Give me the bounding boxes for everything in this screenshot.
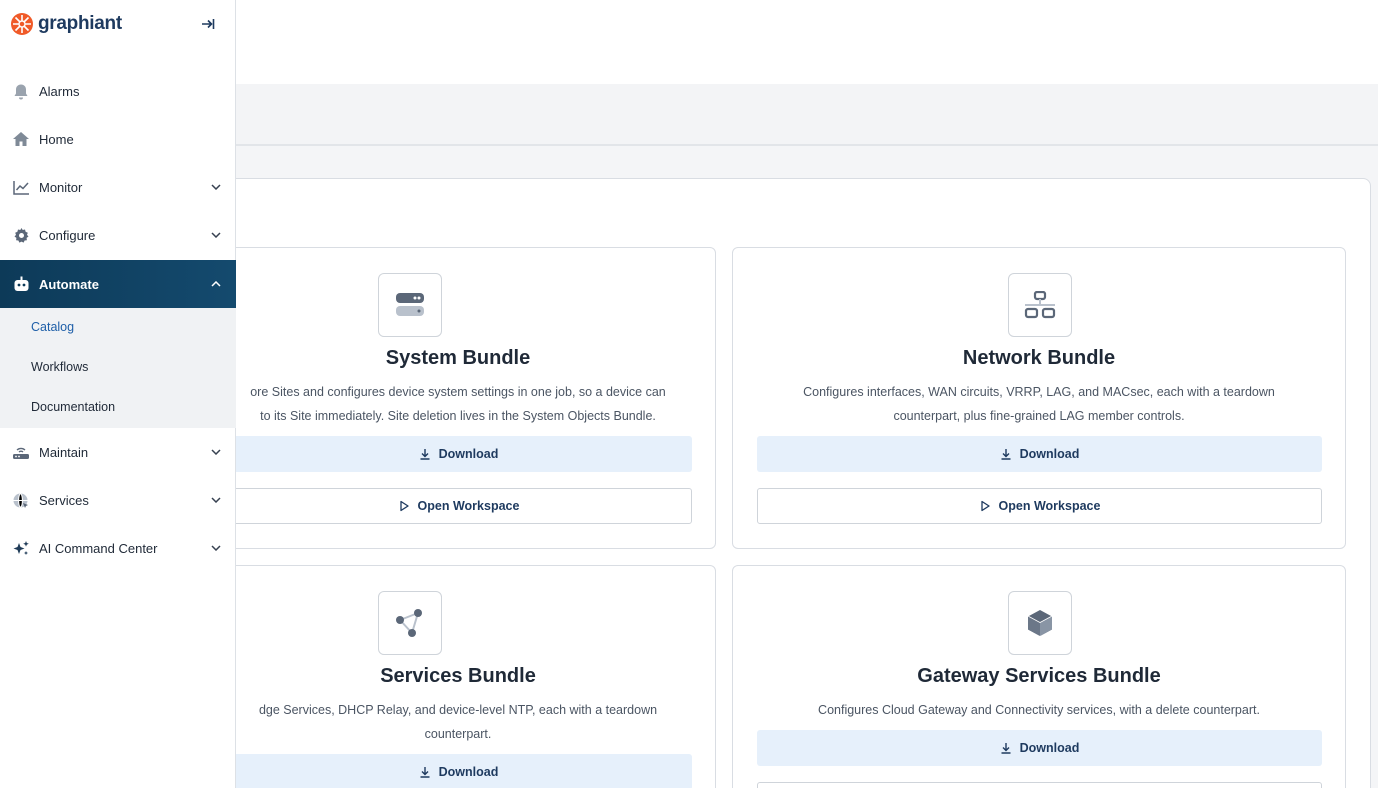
chevron-down-icon bbox=[210, 494, 222, 506]
chart-line-icon bbox=[12, 178, 30, 196]
desc-line: ore Sites and configures device system s… bbox=[250, 385, 666, 399]
desc-line: to its Site immediately. Site deletion l… bbox=[260, 409, 656, 423]
sidebar: graphiant Alarms Home Monitor Configure bbox=[0, 0, 236, 788]
server-icon bbox=[378, 273, 442, 337]
sidebar-subitem-workflows[interactable]: Workflows bbox=[31, 360, 88, 374]
sidebar-item-monitor[interactable]: Monitor bbox=[0, 163, 236, 211]
card-description: Configures Cloud Gateway and Connectivit… bbox=[733, 698, 1345, 722]
share-nodes-icon bbox=[378, 591, 442, 655]
gear-icon bbox=[12, 226, 30, 244]
system-bundle-card: System Bundle ore Sites and configures d… bbox=[200, 247, 716, 549]
sidebar-item-label: Alarms bbox=[39, 83, 80, 99]
download-icon bbox=[1001, 743, 1011, 754]
chevron-down-icon bbox=[210, 542, 222, 554]
automate-submenu: Catalog Workflows Documentation bbox=[0, 308, 236, 428]
desc-line: Configures Cloud Gateway and Connectivit… bbox=[818, 703, 1260, 717]
chevron-up-icon bbox=[210, 278, 222, 290]
sidebar-item-label: Monitor bbox=[39, 179, 83, 195]
network-bundle-card: Network Bundle Configures interfaces, WA… bbox=[732, 247, 1346, 549]
cube-icon bbox=[1008, 591, 1072, 655]
chevron-down-icon bbox=[210, 229, 222, 241]
logo[interactable]: graphiant bbox=[10, 12, 122, 36]
download-button[interactable]: Download bbox=[225, 754, 692, 788]
download-icon bbox=[420, 767, 430, 778]
open-workspace-button[interactable] bbox=[757, 782, 1322, 788]
download-button[interactable]: Download bbox=[757, 730, 1322, 766]
collapse-icon bbox=[202, 19, 215, 29]
services-bundle-card: Services Bundle dge Services, DHCP Relay… bbox=[200, 565, 716, 788]
open-workspace-button[interactable]: Open Workspace bbox=[225, 488, 692, 524]
card-title: Gateway Services Bundle bbox=[917, 665, 1161, 687]
sidebar-item-configure[interactable]: Configure bbox=[0, 211, 236, 259]
sidebar-item-automate[interactable]: Automate bbox=[0, 260, 236, 308]
desc-line: counterpart. bbox=[424, 727, 492, 741]
sidebar-item-home[interactable]: Home bbox=[0, 115, 236, 163]
sparkles-icon bbox=[12, 539, 30, 557]
card-description: Configures interfaces, WAN circuits, VRR… bbox=[733, 380, 1345, 428]
network-icon bbox=[1008, 273, 1072, 337]
robot-icon bbox=[12, 275, 30, 293]
router-icon bbox=[12, 443, 30, 461]
sidebar-item-label: Home bbox=[39, 131, 74, 147]
home-icon bbox=[12, 130, 30, 148]
collapse-sidebar-button[interactable] bbox=[198, 14, 218, 34]
sidebar-item-maintain[interactable]: Maintain bbox=[0, 428, 236, 476]
download-label: Download bbox=[1019, 741, 1080, 755]
sidebar-item-label: Automate bbox=[39, 276, 99, 292]
chevron-down-icon bbox=[210, 446, 222, 458]
desc-line: counterpart, plus fine-grained LAG membe… bbox=[893, 409, 1185, 423]
desc-line: Configures interfaces, WAN circuits, VRR… bbox=[803, 385, 1275, 399]
card-title: System Bundle bbox=[385, 347, 531, 369]
sidebar-item-ai-command-center[interactable]: AI Command Center bbox=[0, 524, 236, 572]
sidebar-item-alarms[interactable]: Alarms bbox=[0, 67, 236, 115]
gateway-services-bundle-card: Gateway Services Bundle Configures Cloud… bbox=[732, 565, 1346, 788]
download-label: Download bbox=[438, 765, 499, 779]
download-label: Download bbox=[438, 447, 499, 461]
chevron-down-icon bbox=[210, 181, 222, 193]
download-label: Download bbox=[1019, 447, 1080, 461]
card-description: ore Sites and configures device system s… bbox=[201, 380, 715, 428]
card-title: Services Bundle bbox=[380, 665, 536, 687]
sidebar-item-label: Maintain bbox=[39, 444, 89, 460]
desc-line: dge Services, DHCP Relay, and device-lev… bbox=[258, 703, 658, 717]
sidebar-subitem-catalog[interactable]: Catalog bbox=[31, 320, 74, 334]
card-title: Network Bundle bbox=[962, 347, 1116, 369]
download-button[interactable]: Download bbox=[225, 436, 692, 472]
sidebar-item-label: AI Command Center bbox=[39, 540, 158, 556]
bell-icon bbox=[12, 82, 30, 100]
logo-text: graphiant bbox=[38, 13, 122, 34]
sidebar-item-label: Services bbox=[39, 492, 89, 508]
sidebar-item-label: Configure bbox=[39, 227, 96, 243]
open-workspace-label: Open Workspace bbox=[417, 499, 520, 513]
sidebar-subitem-documentation[interactable]: Documentation bbox=[31, 400, 115, 414]
download-icon bbox=[420, 449, 430, 460]
globe-services-icon bbox=[12, 491, 30, 509]
open-workspace-button[interactable]: Open Workspace bbox=[757, 488, 1322, 524]
play-icon bbox=[399, 500, 409, 512]
download-button[interactable]: Download bbox=[757, 436, 1322, 472]
download-icon bbox=[1001, 449, 1011, 460]
sidebar-item-services[interactable]: Services bbox=[0, 476, 236, 524]
open-workspace-label: Open Workspace bbox=[998, 499, 1101, 513]
sub-header bbox=[236, 84, 1378, 146]
graphiant-logo-icon bbox=[11, 13, 33, 35]
card-description: dge Services, DHCP Relay, and device-lev… bbox=[201, 698, 715, 746]
play-icon bbox=[980, 500, 990, 512]
